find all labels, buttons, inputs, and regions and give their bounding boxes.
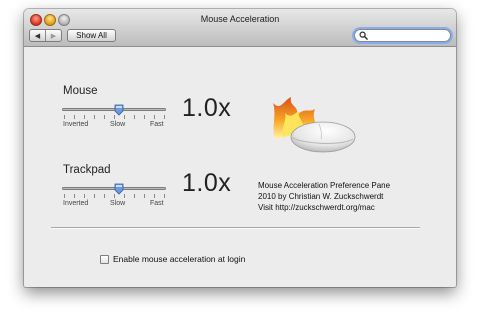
slider-tick — [154, 115, 155, 119]
trackpad-value-display: 1.0x — [182, 169, 232, 197]
window-title: Mouse Acceleration — [200, 14, 280, 24]
slider-tick — [64, 194, 65, 198]
search-input[interactable] — [369, 30, 447, 41]
search-field[interactable] — [354, 29, 451, 42]
show-all-button[interactable]: Show All — [67, 29, 116, 42]
enable-at-login-label[interactable]: Enable mouse acceleration at login — [113, 254, 245, 264]
about-line-website[interactable]: Visit http://zuckschwerdt.org/mac — [258, 202, 390, 213]
magnifier-icon — [359, 31, 368, 40]
trackpad-scale-mid: Slow — [110, 200, 126, 207]
navigation-segmented-control: ◀ ▶ — [29, 29, 62, 42]
section-divider — [51, 227, 420, 229]
mouse-scale-min: Inverted — [63, 121, 89, 128]
preferences-window: Mouse Acceleration ◀ ▶ Show All Mouse In… — [24, 9, 456, 287]
back-arrow-icon: ◀ — [34, 32, 41, 40]
enable-at-login-checkbox[interactable] — [100, 255, 109, 264]
about-line-copyright: 2010 by Christian W. Zuckschwerdt — [258, 192, 384, 201]
slider-thumb[interactable] — [114, 104, 124, 116]
forward-arrow-icon: ▶ — [50, 32, 57, 40]
slider-tick — [84, 115, 85, 119]
slider-tick — [104, 194, 105, 198]
trackpad-acceleration-slider[interactable] — [62, 180, 166, 200]
mouse-scale-max: Fast — [150, 121, 164, 128]
slider-tick — [164, 115, 165, 119]
slider-tick — [104, 115, 105, 119]
slider-tick — [74, 115, 75, 119]
slider-thumb[interactable] — [114, 183, 124, 195]
title-bar: Mouse Acceleration ◀ ▶ Show All — [24, 9, 456, 47]
slider-tick — [144, 194, 145, 198]
slider-tick — [144, 115, 145, 119]
about-text: Mouse Acceleration Preference Pane 2010 … — [258, 180, 390, 213]
slider-tick — [64, 115, 65, 119]
trackpad-label: Trackpad — [63, 164, 111, 176]
slider-tick — [94, 194, 95, 198]
slider-tick — [154, 194, 155, 198]
preference-pane-content: Mouse Inverted Slow Fast 1.0x Trackpad I… — [24, 47, 456, 287]
about-line-title: Mouse Acceleration Preference Pane — [258, 181, 391, 190]
slider-tick — [74, 194, 75, 198]
mouse-value-display: 1.0x — [182, 94, 232, 122]
trackpad-scale-min: Inverted — [63, 200, 89, 207]
mouse-scale-mid: Slow — [110, 121, 126, 128]
flaming-mouse-illustration — [273, 97, 356, 153]
trackpad-scale-max: Fast — [150, 200, 164, 207]
forward-button[interactable]: ▶ — [46, 30, 61, 41]
slider-tick — [94, 115, 95, 119]
slider-tick — [164, 194, 165, 198]
slider-tick — [84, 194, 85, 198]
mouse-label: Mouse — [63, 85, 98, 97]
slider-tick — [134, 115, 135, 119]
mouse-acceleration-slider[interactable] — [62, 101, 166, 121]
back-button[interactable]: ◀ — [30, 30, 46, 41]
slider-tick — [134, 194, 135, 198]
